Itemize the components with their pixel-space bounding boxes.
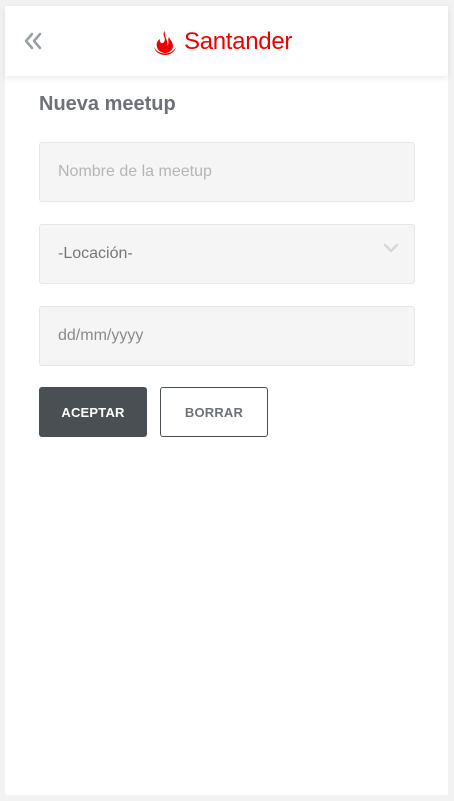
page-title: Nueva meetup [39,93,176,115]
location-select[interactable]: -Locación- [39,224,415,284]
clear-button[interactable]: BORRAR [160,387,268,437]
location-select-value[interactable]: -Locación- [40,225,414,283]
brand-name: Santander [184,28,293,55]
date-field[interactable] [39,306,415,366]
back-button[interactable] [22,30,44,52]
brand-logo: Santander [151,27,292,57]
accept-button[interactable]: ACEPTAR [39,387,147,437]
top-bar: Santander [5,6,448,76]
meetup-name-field[interactable] [39,142,415,202]
app-screen: Santander Nueva meetup -Locación- ACEPTA… [5,6,448,795]
chevron-down-icon [383,243,399,253]
date-input[interactable] [40,307,414,365]
meetup-name-input[interactable] [40,143,414,201]
flame-icon [154,31,176,55]
double-chevron-left-icon [24,32,42,50]
